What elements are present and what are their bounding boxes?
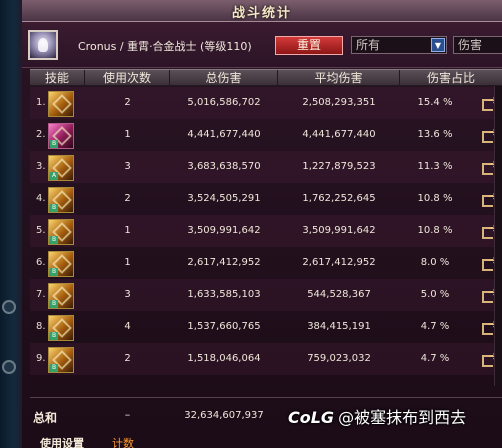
damage-share: 13.6 % <box>417 129 453 140</box>
damage-share: 11.3 % <box>417 161 453 172</box>
use-count: 4 <box>124 321 131 332</box>
target-filter-value: 所有 <box>356 38 381 52</box>
table-row[interactable]: 9. B 2 1,518,046,064 759,023,032 4.7 % <box>30 343 502 375</box>
total-damage: 5,016,586,702 <box>187 97 261 108</box>
skill-icon[interactable]: B <box>48 315 74 341</box>
total-damage: 1,537,660,765 <box>187 321 261 332</box>
watermark-logo: CoLG <box>288 408 335 427</box>
use-count: 3 <box>124 289 131 300</box>
use-count: 1 <box>124 129 131 140</box>
average-damage: 759,023,032 <box>307 353 371 364</box>
column-average-damage[interactable]: 平均伤害 <box>278 70 400 87</box>
totals-damage: 32,634,607,937 <box>184 410 264 421</box>
combat-stats-screen: 战斗统计 Cronus / 重霄·合金战士 (等级110) 重置 所有 ▼ 伤害… <box>0 0 502 448</box>
column-uses[interactable]: 使用次数 <box>85 70 170 87</box>
average-damage: 2,617,412,952 <box>302 257 376 268</box>
game-world-edge <box>0 0 22 448</box>
count-tab[interactable]: 计数 <box>112 435 134 448</box>
total-damage: 3,509,991,642 <box>187 225 261 236</box>
stat-type-dropdown[interactable]: 伤害 ▼ <box>453 36 502 54</box>
damage-share: 5.0 % <box>420 289 450 300</box>
table-row[interactable]: 8. B 4 1,537,660,765 384,415,191 4.7 % <box>30 311 502 343</box>
use-count: 2 <box>124 353 131 364</box>
watermark-text: @被塞抹布到西去 <box>338 408 467 427</box>
use-count: 2 <box>124 97 131 108</box>
damage-share: 15.4 % <box>417 97 453 108</box>
table-row[interactable]: 5. B 1 3,509,991,642 3,509,991,642 10.8 … <box>30 215 502 247</box>
average-damage: 384,415,191 <box>307 321 371 332</box>
average-damage: 4,441,677,440 <box>302 129 376 140</box>
row-index: 5. <box>36 225 46 236</box>
row-index: 6. <box>36 257 46 268</box>
reset-button[interactable]: 重置 <box>275 36 343 55</box>
skill-icon[interactable]: B <box>48 123 74 149</box>
usage-settings-tab[interactable]: 使用设置 <box>40 435 84 448</box>
row-index: 2. <box>36 129 46 140</box>
use-count: 3 <box>124 161 131 172</box>
use-count: 1 <box>124 225 131 236</box>
average-damage: 2,508,293,351 <box>302 97 376 108</box>
table-scrollbar[interactable] <box>494 86 502 386</box>
skill-icon[interactable]: A <box>48 155 74 181</box>
average-damage: 1,762,252,645 <box>302 193 376 204</box>
total-damage: 4,441,677,440 <box>187 129 261 140</box>
column-damage-share[interactable]: 伤害占比 <box>400 70 502 87</box>
average-damage: 1,227,879,523 <box>302 161 376 172</box>
total-damage: 3,683,638,570 <box>187 161 261 172</box>
character-name: Cronus / 重霄·合金战士 (等级110) <box>78 40 252 53</box>
stats-header: Cronus / 重霄·合金战士 (等级110) 重置 所有 ▼ 伤害 ▼ <box>22 22 502 68</box>
skill-icon[interactable]: B <box>48 187 74 213</box>
row-index: 1. <box>36 97 46 108</box>
table-row[interactable]: 3. A 3 3,683,638,570 1,227,879,523 11.3 … <box>30 151 502 183</box>
skill-icon[interactable]: B <box>48 219 74 245</box>
total-damage: 3,524,505,291 <box>187 193 261 204</box>
character-avatar <box>28 30 58 60</box>
target-filter-dropdown[interactable]: 所有 ▼ <box>351 36 447 54</box>
column-skill[interactable]: 技能 <box>30 70 85 87</box>
damage-share: 4.7 % <box>420 353 450 364</box>
totals-label: 总和 <box>33 411 58 425</box>
total-damage: 1,518,046,064 <box>187 353 261 364</box>
use-count: 1 <box>124 257 131 268</box>
skill-icon[interactable]: B <box>48 347 74 373</box>
row-index: 8. <box>36 321 46 332</box>
damage-share: 8.0 % <box>420 257 450 268</box>
stat-type-value: 伤害 <box>458 38 483 52</box>
totals-divider <box>30 397 502 398</box>
row-index: 3. <box>36 161 46 172</box>
total-damage: 2,617,412,952 <box>187 257 261 268</box>
damage-share: 4.7 % <box>420 321 450 332</box>
row-index: 7. <box>36 289 46 300</box>
skill-icon[interactable] <box>48 91 74 117</box>
chevron-down-icon[interactable]: ▼ <box>431 38 445 52</box>
skill-icon[interactable]: B <box>48 251 74 277</box>
watermark: CoLG @被塞抹布到西去 <box>288 404 466 428</box>
footer-tabs: 使用设置 计数 <box>30 433 502 448</box>
table-row[interactable]: 6. B 1 2,617,412,952 2,617,412,952 8.0 % <box>30 247 502 279</box>
row-index: 9. <box>36 353 46 364</box>
totals-uses: – <box>124 408 131 421</box>
table-row[interactable]: 2. B 1 4,441,677,440 4,441,677,440 13.6 … <box>30 119 502 151</box>
world-orb-icon <box>2 300 16 314</box>
column-total-damage[interactable]: 总伤害 <box>170 70 278 87</box>
damage-share: 10.8 % <box>417 225 453 236</box>
damage-share: 10.8 % <box>417 193 453 204</box>
damage-table: 技能 使用次数 总伤害 平均伤害 伤害占比 1. 2 5,016,586,702… <box>30 69 502 448</box>
table-header: 技能 使用次数 总伤害 平均伤害 伤害占比 <box>30 69 502 87</box>
average-damage: 3,509,991,642 <box>302 225 376 236</box>
skill-icon[interactable]: B <box>48 283 74 309</box>
table-row[interactable]: 1. 2 5,016,586,702 2,508,293,351 15.4 % <box>30 87 502 119</box>
table-row[interactable]: 4. B 2 3,524,505,291 1,762,252,645 10.8 … <box>30 183 502 215</box>
average-damage: 544,528,367 <box>307 289 371 300</box>
use-count: 2 <box>124 193 131 204</box>
table-row[interactable]: 7. B 3 1,633,585,103 544,528,367 5.0 % <box>30 279 502 311</box>
row-index: 4. <box>36 193 46 204</box>
world-orb-icon <box>2 360 16 374</box>
total-damage: 1,633,585,103 <box>187 289 261 300</box>
window-title-bar[interactable]: 战斗统计 <box>22 0 502 22</box>
window-title: 战斗统计 <box>231 6 292 21</box>
